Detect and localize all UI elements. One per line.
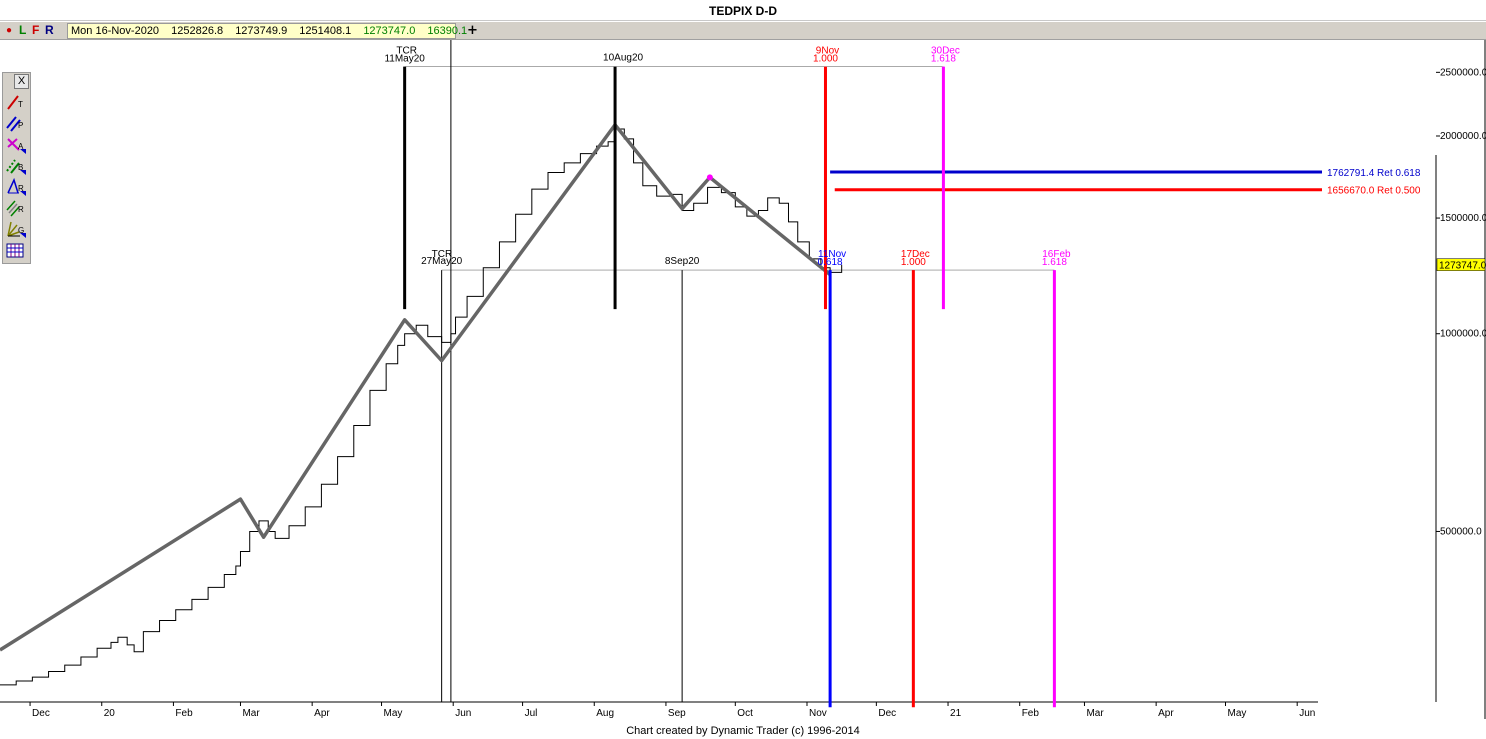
retracement-level-label: 1762791.4 Ret 0.618 xyxy=(1327,168,1421,179)
chart-footer: Chart created by Dynamic Trader (c) 1996… xyxy=(0,719,1486,737)
x-tick-label: Apr xyxy=(1158,708,1174,719)
x-tick-label: Feb xyxy=(175,708,193,719)
price-bars-series xyxy=(0,128,843,686)
quote-values: Mon 16-Nov-2020 1252826.8 1273749.9 1251… xyxy=(67,23,467,39)
quote-change: 16390.1 xyxy=(427,25,468,37)
chart-labels: TCR27May20 8Sep201762791.4 Ret 0.61816566… xyxy=(384,46,1420,268)
quote-low: 1251408.1 xyxy=(299,25,352,37)
toggle-r-button[interactable]: R xyxy=(45,22,54,39)
record-toggle[interactable]: ● xyxy=(6,22,12,39)
time-projection-label: 0.618 xyxy=(818,257,843,268)
x-tick-label: Dec xyxy=(32,708,50,719)
quote-open: 1252826.8 xyxy=(171,25,224,37)
y-tick-label: 1000000.0 xyxy=(1440,329,1486,340)
y-tick-label: 2500000.0 xyxy=(1440,67,1486,78)
x-tick-label: Apr xyxy=(314,708,330,719)
time-marker-label: 27May20 xyxy=(421,256,463,267)
x-tick-label: Aug xyxy=(596,708,614,719)
time-projection-label: 1.618 xyxy=(931,54,956,65)
x-tick-label: Mar xyxy=(242,708,260,719)
window-title: TEDPIX D-D xyxy=(708,4,777,18)
y-tick-label: 500000.0 xyxy=(1440,526,1482,537)
x-tick-label: 20 xyxy=(104,708,116,719)
x-tick-label: May xyxy=(384,708,403,719)
x-tick-label: 21 xyxy=(950,708,962,719)
retracement-level-label: 1656670.0 Ret 0.500 xyxy=(1327,186,1421,197)
price-chart[interactable]: Dec 20 Feb Mar Apr May Jun Jul Aug Sep Oct Nov Dec 21… xyxy=(0,40,1486,720)
toggle-f-button[interactable]: F xyxy=(32,22,39,39)
x-tick-label: Jun xyxy=(1299,708,1315,719)
quote-toolbar: ● L F R Mon 16-Nov-2020 1252826.8 127374… xyxy=(0,22,1486,40)
x-tick-label: Nov xyxy=(809,708,827,719)
y-tick-label: 1500000.0 xyxy=(1440,213,1486,224)
swing-marker xyxy=(706,174,713,181)
chart-guides xyxy=(404,40,1055,702)
x-tick-label: Jul xyxy=(525,708,538,719)
x-tick-label: May xyxy=(1228,708,1247,719)
time-projection-label: 11May20 xyxy=(384,54,425,65)
time-projection-label: 1.000 xyxy=(901,257,926,268)
window-title-bar: TEDPIX D-D xyxy=(0,0,1486,21)
time-projection-label: 10Aug20 xyxy=(603,53,643,64)
chart-series xyxy=(0,123,843,686)
toggle-l-button[interactable]: L xyxy=(19,22,26,39)
quote-close: 1273747.0 xyxy=(363,25,416,37)
x-tick-label: Oct xyxy=(737,708,753,719)
chart-credit: Chart created by Dynamic Trader (c) 1996… xyxy=(626,725,860,737)
x-tick-label: Feb xyxy=(1022,708,1040,719)
quote-date: Mon 16-Nov-2020 xyxy=(71,25,160,37)
chart-annotations xyxy=(403,66,1322,708)
x-tick-label: Jun xyxy=(455,708,471,719)
x-tick-label: Sep xyxy=(668,708,686,719)
quote-high: 1273749.9 xyxy=(235,25,288,37)
y-tick-label: 2000000.0 xyxy=(1440,131,1486,142)
x-tick-label: Dec xyxy=(878,708,896,719)
time-projection-label: 1.000 xyxy=(813,54,838,65)
last-price-label: 1273747.0 xyxy=(1439,261,1486,272)
x-tick-label: Mar xyxy=(1086,708,1104,719)
chart-axes: Dec 20 Feb Mar Apr May Jun Jul Aug Sep Oct Nov Dec 21… xyxy=(0,40,1486,720)
time-projection-label: 1.618 xyxy=(1042,257,1067,268)
time-marker-label: 8Sep20 xyxy=(665,256,700,267)
add-study-button[interactable]: + xyxy=(467,22,478,39)
